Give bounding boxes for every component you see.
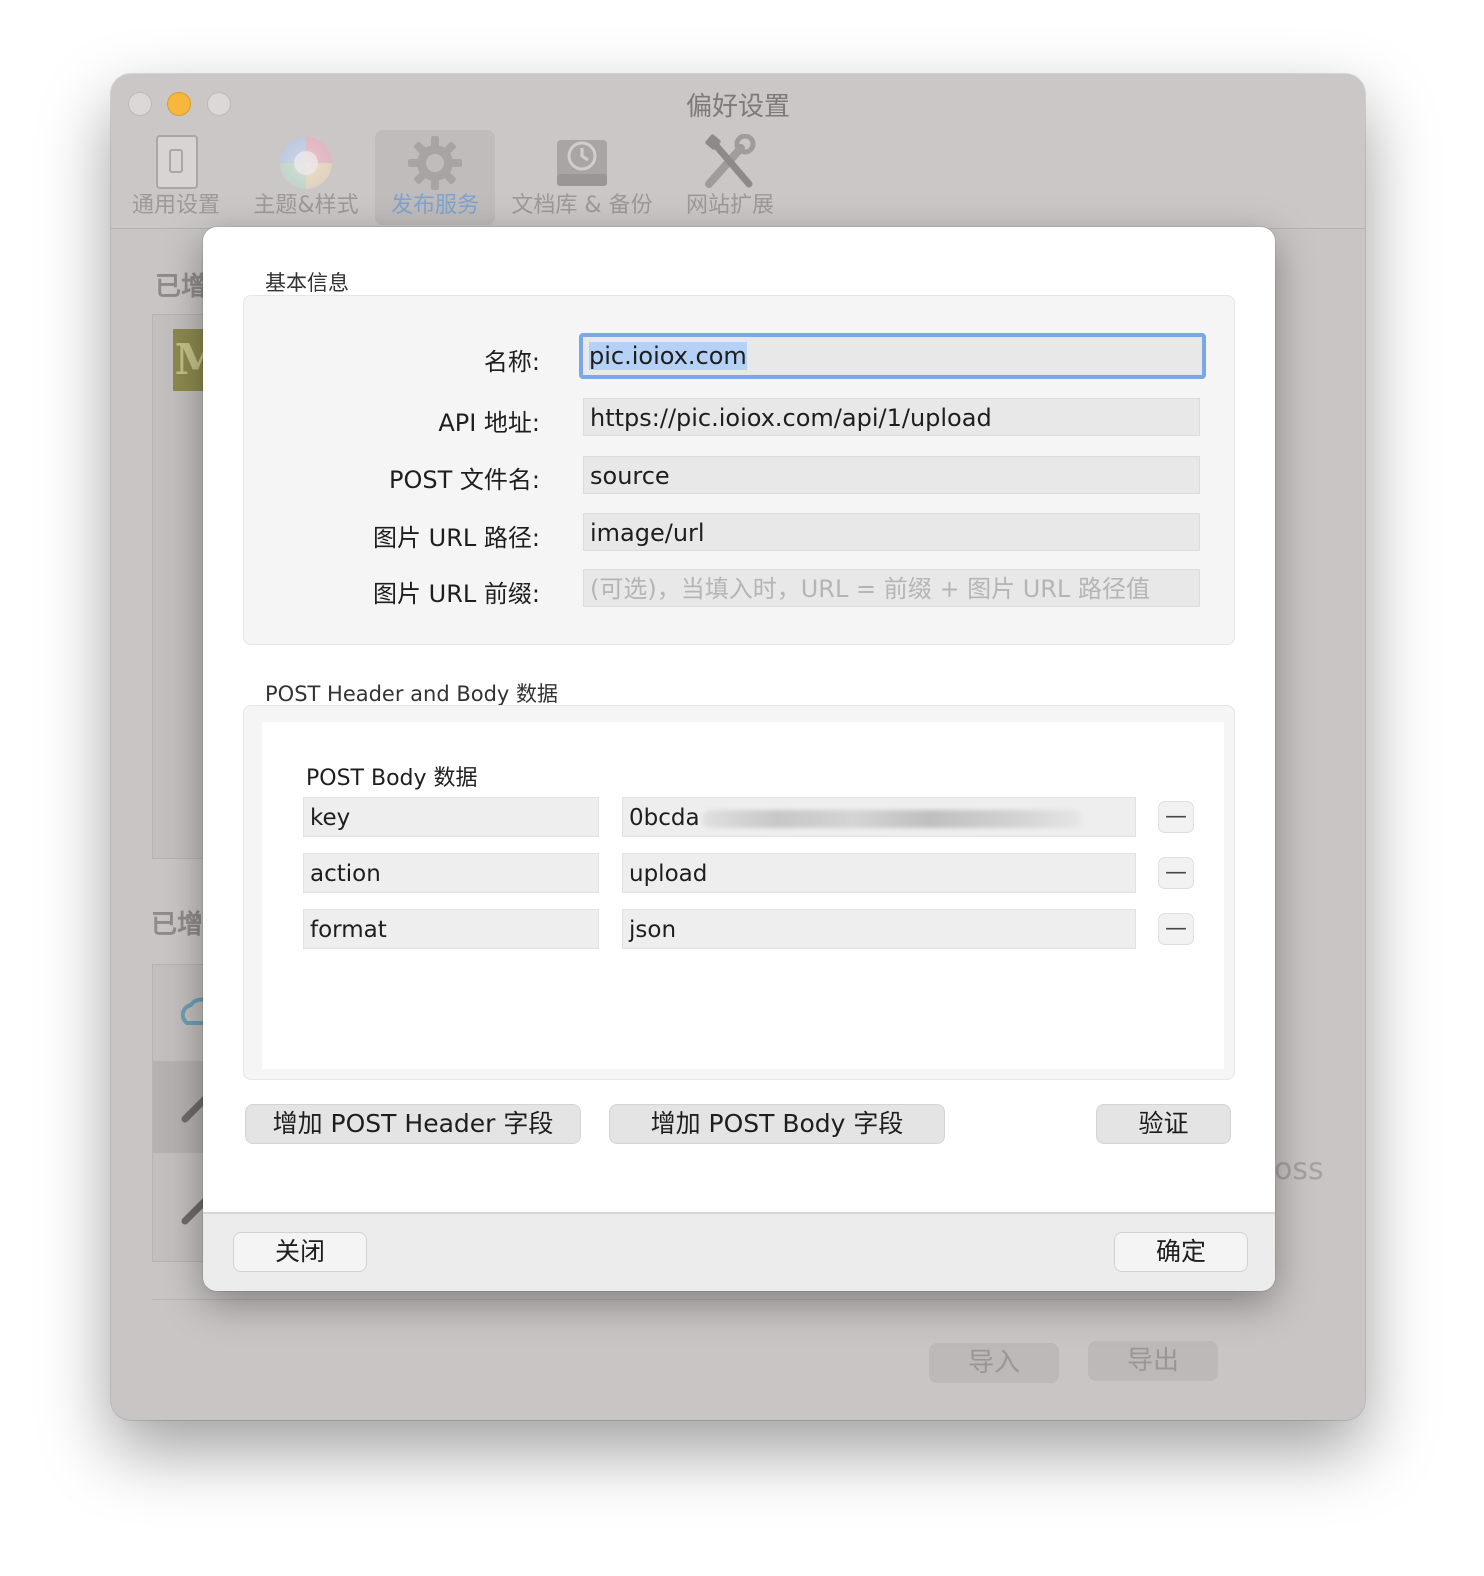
verify-button[interactable]: 验证 — [1096, 1104, 1231, 1144]
close-button[interactable]: 关闭 — [233, 1232, 367, 1272]
body-key-field[interactable]: format — [303, 909, 599, 949]
body-value-field[interactable]: 0bcda — [622, 797, 1136, 837]
window-title: 偏好设置 — [685, 92, 790, 122]
body-key-field[interactable]: action — [303, 853, 599, 893]
body-value-field[interactable]: upload — [622, 853, 1136, 893]
name-field-value: pic.ioiox.com — [589, 342, 747, 370]
name-field[interactable]: pic.ioiox.com — [579, 333, 1206, 379]
basic-info-title: 基本信息 — [265, 271, 349, 295]
toolbar-label-extensions: 网站扩展 — [685, 193, 774, 218]
toolbar-item-library[interactable]: 文档库 & 备份 — [509, 130, 655, 225]
bg-section-label-1: 已增 — [155, 272, 208, 302]
time-machine-icon — [557, 140, 607, 186]
name-label: 名称: — [483, 348, 540, 376]
export-button[interactable]: 导出 — [1088, 1341, 1218, 1381]
toolbar-label-library: 文档库 & 备份 — [511, 193, 653, 218]
toolbar-label-publish: 发布服务 — [390, 193, 479, 218]
image-url-path-label: 图片 URL 路径: — [373, 524, 540, 552]
tools-icon — [705, 134, 756, 188]
phone-icon — [156, 135, 198, 189]
body-key-field[interactable]: key — [303, 797, 599, 837]
toolbar-label-theme: 主题&样式 — [253, 193, 359, 218]
post-filename-label: POST 文件名: — [389, 466, 540, 494]
title-bar: 偏好设置 通用设置 主题&样式 发布服务 文档库 & 备份 网站扩展 — [111, 74, 1365, 229]
remove-row-button[interactable]: — — [1158, 801, 1194, 833]
add-body-field-button[interactable]: 增加 POST Body 字段 — [609, 1104, 945, 1144]
publish-service-sheet: 基本信息 名称: pic.ioiox.com API 地址: https://p… — [203, 227, 1275, 1291]
gear-icon — [408, 136, 462, 190]
toolbar-item-general[interactable]: 通用设置 — [129, 130, 223, 225]
body-value-field[interactable]: json — [622, 909, 1136, 949]
import-button[interactable]: 导入 — [929, 1343, 1059, 1383]
color-wheel-icon — [280, 137, 332, 189]
post-data-title: POST Header and Body 数据 — [265, 682, 559, 706]
remove-row-button[interactable]: — — [1158, 913, 1194, 945]
redacted-blur — [701, 809, 1082, 828]
toolbar-item-theme[interactable]: 主题&样式 — [247, 130, 365, 225]
post-body-title: POST Body 数据 — [306, 766, 478, 791]
sheet-footer: 关闭 确定 — [203, 1212, 1275, 1291]
post-filename-field[interactable]: source — [583, 456, 1200, 494]
bg-divider — [152, 1299, 1232, 1300]
ok-button[interactable]: 确定 — [1114, 1232, 1248, 1272]
remove-row-button[interactable]: — — [1158, 857, 1194, 889]
api-url-label: API 地址: — [438, 409, 540, 437]
toolbar-label-general: 通用设置 — [131, 193, 220, 218]
toolbar-item-publish[interactable]: 发布服务 — [375, 130, 495, 225]
image-url-prefix-label: 图片 URL 前缀: — [373, 580, 540, 608]
image-url-path-field[interactable]: image/url — [583, 513, 1200, 551]
body-value-text: 0bcda — [629, 805, 700, 831]
image-url-prefix-field[interactable]: (可选)，当填入时，URL = 前缀 + 图片 URL 路径值 — [583, 569, 1200, 607]
add-header-field-button[interactable]: 增加 POST Header 字段 — [245, 1104, 581, 1144]
api-url-field[interactable]: https://pic.ioiox.com/api/1/upload — [583, 398, 1200, 436]
toolbar-item-extensions[interactable]: 网站扩展 — [679, 130, 781, 225]
bg-section-label-2: 已增 — [151, 910, 204, 940]
bg-oss-text: oss — [1274, 1152, 1324, 1187]
